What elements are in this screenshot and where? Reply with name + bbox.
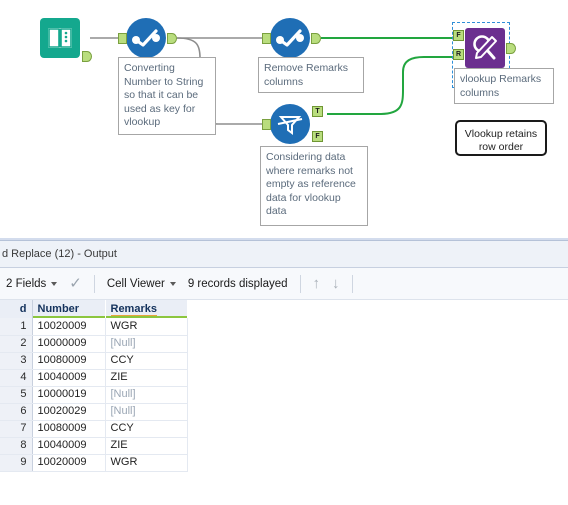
cell-remarks[interactable]: [Null] [105,403,188,421]
filter-true-port[interactable]: T [312,106,323,117]
cell-number[interactable]: 10000019 [32,386,106,404]
formula-icon-glyph [132,29,160,47]
cell-remarks[interactable]: CCY [105,352,188,370]
cell-remarks[interactable]: ZIE [105,437,188,455]
tool-filter[interactable]: T F [262,104,323,144]
select-input-port[interactable] [262,33,271,44]
cell-remarks[interactable]: [Null] [105,335,188,353]
workflow-canvas[interactable]: T F F R Converting Number to String so t… [0,0,568,238]
column-header-rownum[interactable]: d [0,300,33,318]
row-number-cell: 7 [0,420,33,438]
results-pane: d Replace (12) - Output 2 Fields ✓ Cell … [0,238,568,505]
table-row[interactable]: 1 10020009 WGR [0,318,188,336]
results-pane-title: d Replace (12) - Output [0,241,568,268]
cell-number[interactable]: 10040009 [32,437,106,455]
chevron-down-icon [169,281,176,286]
comment-filter[interactable]: Considering data where remarks not empty… [260,146,368,226]
cell-number[interactable]: 10080009 [32,352,106,370]
table-row[interactable]: 2 10000009 [Null] [0,335,188,353]
cell-number[interactable]: 10000009 [32,335,106,353]
select-icon [270,18,310,58]
row-number-cell: 6 [0,403,33,421]
magnifier-pencil-icon [473,35,497,60]
column-header-number-text: Number [37,302,80,315]
column-header-number[interactable]: Number [32,300,106,318]
toolbar-separator [299,274,301,293]
fields-dropdown[interactable]: 2 Fields [0,268,63,299]
cell-number[interactable]: 10040009 [32,369,106,387]
records-displayed-label: 9 records displayed [182,268,294,299]
cell-viewer-label: Cell Viewer [106,277,165,290]
results-table[interactable]: d Number Remarks 1 10020009 WGR 2 10000009 [N… [0,300,188,472]
table-row[interactable]: 9 10020009 WGR [0,454,188,472]
filter-false-port[interactable]: F [312,131,323,142]
input-data-icon [40,18,80,58]
comment-note[interactable]: Vlookup retains row order [455,120,547,156]
cell-number[interactable]: 10020009 [32,454,106,472]
tool-select[interactable] [262,18,321,58]
select-output-port[interactable] [311,33,321,44]
fields-label: 2 Fields [6,277,47,290]
records-count-text: 9 records displayed [187,277,288,290]
select-icon-glyph [276,29,304,47]
results-title-text: d Replace (12) - Output [2,248,117,260]
filter-icon-glyph [277,116,303,135]
comment-select[interactable]: Remove Remarks columns [258,57,364,93]
find-replace-icon [465,28,505,68]
row-number-cell: 1 [0,318,33,336]
apply-check-button[interactable]: ✓ [63,268,88,299]
results-toolbar: 2 Fields ✓ Cell Viewer 9 records display… [0,268,568,300]
cell-number[interactable]: 10080009 [32,420,106,438]
row-number-cell: 4 [0,369,33,387]
column-header-remarks-text: Remarks [110,302,157,317]
table-row[interactable]: 6 10020029 [Null] [0,403,188,421]
table-body: 1 10020009 WGR 2 10000009 [Null] 3 10080009 CCY 4… [0,318,188,472]
cell-remarks[interactable]: ZIE [105,369,188,387]
cell-remarks[interactable]: WGR [105,454,188,472]
cell-remarks[interactable]: WGR [105,318,188,336]
input-data-output-port[interactable] [82,51,92,62]
toolbar-separator [93,274,95,293]
arrow-up-icon[interactable]: ↑ [307,275,327,292]
cell-number[interactable]: 10020029 [32,403,106,421]
find-replace-replace-port[interactable]: R [453,49,464,60]
filter-input-port[interactable] [262,119,271,130]
comment-find-replace[interactable]: vlookup Remarks columns [454,68,554,104]
column-header-remarks[interactable]: Remarks [105,300,188,318]
toolbar-separator [351,274,353,293]
formula-icon [126,18,166,58]
row-number-cell: 5 [0,386,33,404]
table-row[interactable]: 5 10000019 [Null] [0,386,188,404]
table-row[interactable]: 4 10040009 ZIE [0,369,188,387]
tool-find-replace[interactable]: F R [453,28,516,68]
cell-viewer-dropdown[interactable]: Cell Viewer [101,268,182,299]
row-number-cell: 9 [0,454,33,472]
book-icon [48,28,72,48]
check-icon: ✓ [69,275,82,292]
row-number-cell: 2 [0,335,33,353]
find-replace-find-port[interactable]: F [453,30,464,41]
comment-formula[interactable]: Converting Number to String so that it c… [118,57,216,135]
table-header-row: d Number Remarks [0,300,188,318]
filter-icon [270,104,310,144]
tool-input-data[interactable] [40,18,92,62]
find-replace-output-port[interactable] [506,43,516,54]
row-number-cell: 3 [0,352,33,370]
arrow-down-icon[interactable]: ↓ [326,275,346,292]
row-number-cell: 8 [0,437,33,455]
table-row[interactable]: 8 10040009 ZIE [0,437,188,455]
tool-formula[interactable] [118,18,177,58]
cell-remarks[interactable]: CCY [105,420,188,438]
table-row[interactable]: 7 10080009 CCY [0,420,188,438]
formula-output-port[interactable] [167,33,177,44]
formula-input-port[interactable] [118,33,127,44]
cell-number[interactable]: 10020009 [32,318,106,336]
table-row[interactable]: 3 10080009 CCY [0,352,188,370]
cell-remarks[interactable]: [Null] [105,386,188,404]
chevron-down-icon [51,281,58,286]
